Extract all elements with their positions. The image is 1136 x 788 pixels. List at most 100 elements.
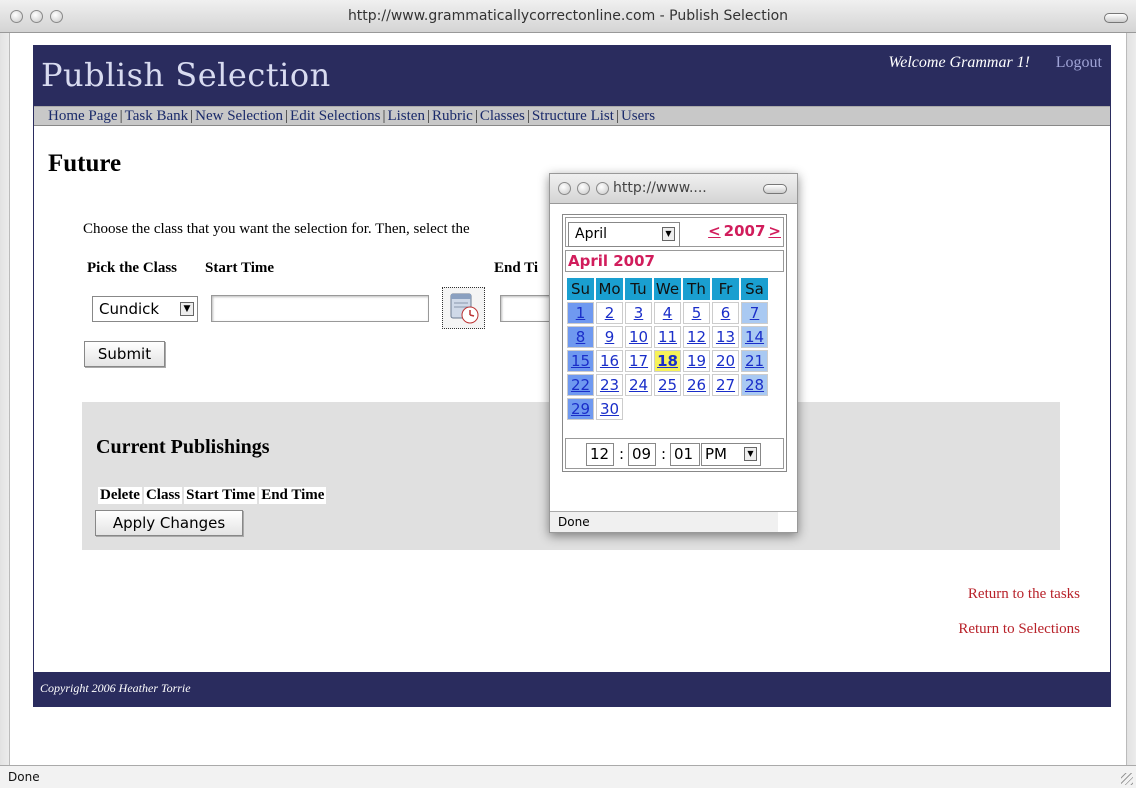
calendar-week-row: 1 2 3 4 5 6 7 <box>567 302 768 324</box>
calendar-day-empty <box>741 398 768 420</box>
logout-link[interactable]: Logout <box>1056 54 1102 72</box>
calendar-day[interactable]: 15 <box>567 350 594 372</box>
minute-input[interactable]: 09 <box>628 443 656 466</box>
nav-edit-selections[interactable]: Edit Selections <box>290 108 380 124</box>
nav-listen[interactable]: Listen <box>387 108 425 124</box>
calendar-day[interactable]: 21 <box>741 350 768 372</box>
day-link[interactable]: 2 <box>605 304 615 322</box>
day-link[interactable]: 1 <box>576 304 586 322</box>
end-time-input[interactable] <box>500 295 550 322</box>
resize-grip-icon[interactable] <box>1121 773 1133 785</box>
calendar-day[interactable]: 4 <box>654 302 681 324</box>
calendar-day[interactable]: 28 <box>741 374 768 396</box>
window-right-border <box>1127 33 1136 765</box>
day-link[interactable]: 29 <box>571 400 590 418</box>
chevron-down-icon: ▼ <box>662 227 675 241</box>
calendar-day[interactable]: 30 <box>596 398 623 420</box>
popup-zoom-button[interactable] <box>596 182 609 195</box>
day-link[interactable]: 3 <box>634 304 644 322</box>
day-link[interactable]: 7 <box>750 304 760 322</box>
day-link[interactable]: 15 <box>571 352 590 370</box>
calendar-day[interactable]: 9 <box>596 326 623 348</box>
day-link[interactable]: 20 <box>716 352 735 370</box>
calendar-day[interactable]: 6 <box>712 302 739 324</box>
calendar-day[interactable]: 8 <box>567 326 594 348</box>
day-link[interactable]: 25 <box>658 376 677 394</box>
day-link[interactable]: 10 <box>629 328 648 346</box>
calendar-day[interactable]: 27 <box>712 374 739 396</box>
day-link[interactable]: 22 <box>571 376 590 394</box>
copyright-text: Copyright 2006 Heather Torrie <box>40 681 191 695</box>
nav-home-page[interactable]: Home Page <box>48 108 118 124</box>
prev-year-button[interactable]: < <box>708 222 721 240</box>
calendar-day[interactable]: 10 <box>625 326 652 348</box>
day-link[interactable]: 11 <box>658 328 677 346</box>
nav-rubric[interactable]: Rubric <box>432 108 473 124</box>
apply-changes-button[interactable]: Apply Changes <box>95 510 243 536</box>
day-link[interactable]: 5 <box>692 304 702 322</box>
nav-classes[interactable]: Classes <box>480 108 525 124</box>
day-link[interactable]: 18 <box>657 352 678 370</box>
publishings-table: Delete Class Start Time End Time <box>96 485 328 506</box>
popup-minimize-button[interactable] <box>577 182 590 195</box>
day-link[interactable]: 24 <box>629 376 648 394</box>
day-link[interactable]: 4 <box>663 304 673 322</box>
calendar-day[interactable]: 12 <box>683 326 710 348</box>
day-link[interactable]: 8 <box>576 328 586 346</box>
submit-button[interactable]: Submit <box>84 341 165 367</box>
time-separator: : <box>661 445 667 463</box>
day-link[interactable]: 17 <box>629 352 648 370</box>
class-select[interactable]: Cundick ▼ <box>92 296 198 322</box>
day-link[interactable]: 9 <box>605 328 615 346</box>
day-link[interactable]: 21 <box>745 352 764 370</box>
ampm-select[interactable]: PM ▼ <box>701 443 761 466</box>
calendar-day[interactable]: 7 <box>741 302 768 324</box>
nav-new-selection[interactable]: New Selection <box>195 108 283 124</box>
nav-task-bank[interactable]: Task Bank <box>125 108 189 124</box>
day-link[interactable]: 28 <box>745 376 764 394</box>
return-to-tasks-link[interactable]: Return to the tasks <box>968 586 1080 603</box>
calendar-day[interactable]: 3 <box>625 302 652 324</box>
month-select[interactable]: April ▼ <box>568 222 680 247</box>
popup-close-button[interactable] <box>558 182 571 195</box>
next-year-button[interactable]: > <box>768 222 781 240</box>
day-link[interactable]: 30 <box>600 400 619 418</box>
calendar-day[interactable]: 29 <box>567 398 594 420</box>
calendar-day[interactable]: 19 <box>683 350 710 372</box>
calendar-day[interactable]: 20 <box>712 350 739 372</box>
day-link[interactable]: 13 <box>716 328 735 346</box>
calendar-day[interactable]: 17 <box>625 350 652 372</box>
second-input[interactable]: 01 <box>670 443 700 466</box>
day-link[interactable]: 14 <box>745 328 764 346</box>
toolbar-toggle-button[interactable] <box>1104 13 1128 23</box>
calendar-week-row: 29 30 <box>567 398 768 420</box>
nav-users[interactable]: Users <box>621 108 655 124</box>
calendar-day[interactable]: 5 <box>683 302 710 324</box>
nav-structure-list[interactable]: Structure List <box>532 108 614 124</box>
calendar-picker-button[interactable] <box>442 287 485 329</box>
day-link[interactable]: 19 <box>687 352 706 370</box>
calendar-day[interactable]: 1 <box>567 302 594 324</box>
calendar-day-today[interactable]: 18 <box>654 350 681 372</box>
calendar-day[interactable]: 16 <box>596 350 623 372</box>
day-link[interactable]: 27 <box>716 376 735 394</box>
hour-input[interactable]: 12 <box>586 443 614 466</box>
calendar-day[interactable]: 14 <box>741 326 768 348</box>
calendar-day[interactable]: 2 <box>596 302 623 324</box>
day-link[interactable]: 26 <box>687 376 706 394</box>
return-to-selections-link[interactable]: Return to Selections <box>958 621 1080 638</box>
day-link[interactable]: 6 <box>721 304 731 322</box>
day-link[interactable]: 23 <box>600 376 619 394</box>
day-link[interactable]: 16 <box>600 352 619 370</box>
day-link[interactable]: 12 <box>687 328 706 346</box>
calendar-day[interactable]: 25 <box>654 374 681 396</box>
weekday-th: Th <box>683 278 710 300</box>
calendar-day[interactable]: 13 <box>712 326 739 348</box>
calendar-day[interactable]: 22 <box>567 374 594 396</box>
popup-toolbar-toggle[interactable] <box>763 184 787 194</box>
start-time-input[interactable] <box>211 295 429 322</box>
calendar-day[interactable]: 23 <box>596 374 623 396</box>
calendar-day[interactable]: 11 <box>654 326 681 348</box>
calendar-day[interactable]: 24 <box>625 374 652 396</box>
calendar-day[interactable]: 26 <box>683 374 710 396</box>
